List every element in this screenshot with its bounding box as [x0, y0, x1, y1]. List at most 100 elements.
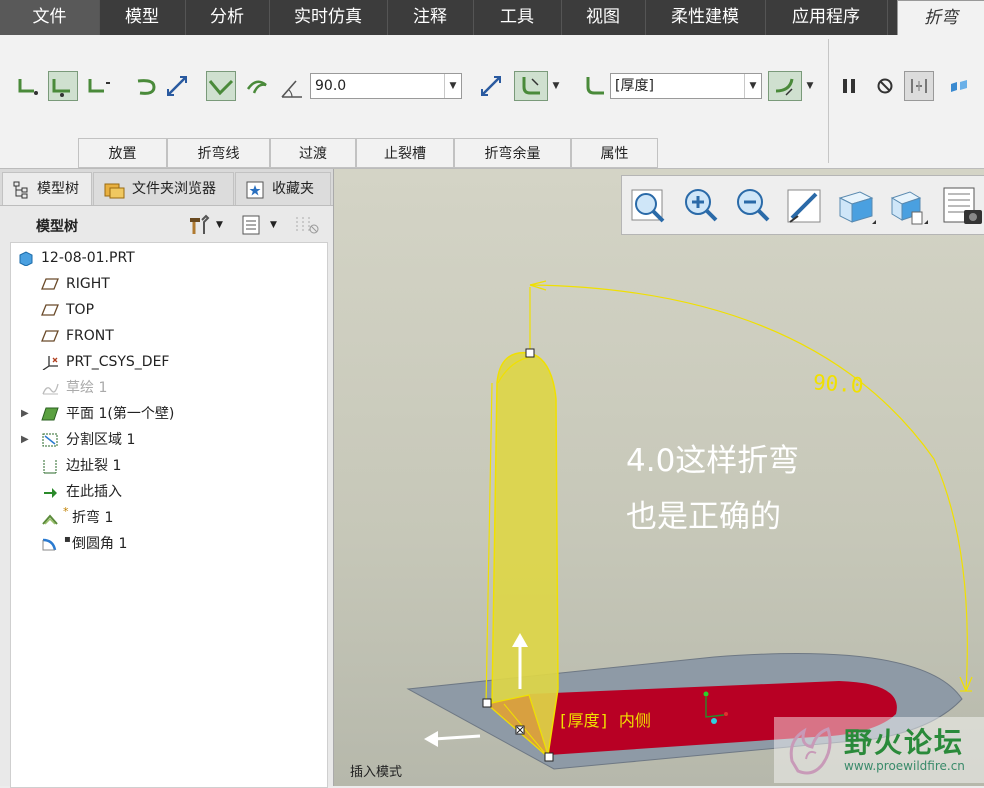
bend-roll-button[interactable]	[132, 71, 162, 101]
saved-views-icon	[890, 191, 928, 225]
angle-value-field[interactable]: 90.0 ▼	[310, 73, 462, 99]
mode-label: 插入模式	[350, 765, 403, 780]
bend-edge-center-button[interactable]	[48, 71, 78, 101]
tab-model-tree[interactable]: 模型树	[2, 172, 92, 205]
menu-tab-file[interactable]: 文件	[0, 0, 100, 35]
filter-disabled-icon	[296, 217, 319, 234]
bend-angle-icon	[208, 79, 234, 96]
thickness-side-icon-container	[580, 71, 610, 101]
settings-hammer-button[interactable]	[186, 214, 210, 236]
subtab-bend-line[interactable]: 折弯线	[167, 138, 270, 168]
menu-bar: 文件 模型 分析 实时仿真 注释 工具 视图 柔性建模 应用程序 折弯	[0, 0, 984, 35]
tree-item-planar-wall[interactable]: ▶ 平面 1(第一个壁)	[11, 401, 327, 427]
zoom-out-button[interactable]	[732, 186, 774, 228]
new-feature-star-icon: *	[63, 505, 69, 518]
menu-tab-view[interactable]: 视图	[561, 0, 646, 35]
menu-tab-applications[interactable]: 应用程序	[765, 0, 888, 35]
flip-direction-button[interactable]	[162, 71, 192, 101]
tree-item-top[interactable]: TOP	[11, 297, 327, 323]
chevron-down-icon[interactable]: ▼	[744, 74, 761, 98]
graphics-viewport[interactable]: 90.0 4.0这样折弯 也是正确的 [厚度] 内侧 插入模式 野火论坛 www…	[334, 169, 984, 786]
drag-handle-top[interactable]	[525, 348, 535, 358]
tree-item-label: TOP	[66, 302, 95, 318]
menu-tab-analysis[interactable]: 分析	[185, 0, 270, 35]
tree-item-csys[interactable]: PRT_CSYS_DEF	[11, 349, 327, 375]
subtab-properties[interactable]: 属性	[571, 138, 658, 168]
chevron-down-icon[interactable]: ▼	[803, 73, 817, 99]
tree-item-bend[interactable]: * 折弯 1	[11, 505, 327, 531]
menu-tab-flexible-modeling[interactable]: 柔性建模	[645, 0, 766, 35]
subtab-transition[interactable]: 过渡	[270, 138, 356, 168]
menu-tab-model[interactable]: 模型	[99, 0, 186, 35]
tree-item-right[interactable]: RIGHT	[11, 271, 327, 297]
bend-to-angle-button[interactable]	[206, 71, 236, 101]
saved-orientations-button[interactable]	[888, 186, 930, 228]
navigator-tabs: 模型树 文件夹浏览器 收藏夹	[0, 169, 333, 206]
suppressed-marker-icon: ▪	[64, 534, 71, 545]
tab-favorites[interactable]: 收藏夹	[235, 172, 331, 205]
thickness-side-tag[interactable]: [厚度] 内侧	[558, 707, 651, 731]
datum-plane-icon	[41, 304, 59, 316]
drag-handle-bottom[interactable]	[544, 752, 554, 762]
bend-edge-right-button[interactable]	[84, 71, 114, 101]
show-button[interactable]	[240, 214, 264, 236]
bend-radius-button[interactable]	[514, 71, 548, 101]
subtab-bend-allowance[interactable]: 折弯余量	[454, 138, 571, 168]
tree-item-part[interactable]: 12-08-01.PRT	[11, 245, 327, 271]
display-style-button[interactable]	[836, 186, 878, 228]
angle-icon	[281, 80, 302, 98]
flip-angle-button[interactable]	[476, 71, 506, 101]
thickness-icon	[586, 77, 604, 95]
favorites-icon	[246, 181, 264, 199]
expand-arrow-icon[interactable]: ▶	[21, 401, 29, 427]
tree-item-label: 折弯 1	[72, 510, 114, 526]
part-icon	[19, 251, 33, 266]
radius-side-button[interactable]	[768, 71, 802, 101]
tab-folder-browser-label: 文件夹浏览器	[132, 181, 216, 197]
angle-dimension-text[interactable]: 90.0	[812, 370, 864, 397]
no-preview-button[interactable]	[870, 71, 900, 101]
tab-folder-browser[interactable]: 文件夹浏览器	[93, 172, 234, 205]
tree-item-round[interactable]: ▪ 倒圆角 1	[11, 531, 327, 557]
edge-rip-icon	[43, 460, 57, 474]
pause-button[interactable]	[834, 71, 864, 101]
tree-item-split-area[interactable]: ▶ 分割区域 1	[11, 427, 327, 453]
sketch-icon	[42, 383, 59, 395]
menu-tab-tools[interactable]: 工具	[473, 0, 562, 35]
bend-type-button[interactable]	[242, 71, 272, 101]
view-manager-button[interactable]	[940, 186, 984, 228]
bend-edge-left-button[interactable]	[14, 71, 44, 101]
repaint-button[interactable]	[784, 186, 826, 228]
expand-arrow-icon[interactable]: ▶	[21, 427, 29, 453]
flip-arrow-icon	[167, 76, 187, 96]
feature-preview-button[interactable]	[944, 71, 974, 101]
subtab-relief[interactable]: 止裂槽	[356, 138, 454, 168]
pause-icon	[843, 79, 855, 93]
tab-model-tree-label: 模型树	[37, 181, 79, 197]
menu-tab-annotate[interactable]: 注释	[387, 0, 474, 35]
drag-handle-left[interactable]	[482, 698, 492, 708]
chevron-down-icon[interactable]: ▼	[270, 214, 282, 236]
chevron-down-icon[interactable]: ▼	[444, 74, 461, 98]
bend-inside-icon	[775, 78, 794, 96]
refit-button[interactable]	[628, 186, 670, 228]
tree-item-front[interactable]: FRONT	[11, 323, 327, 349]
watermark: 野火论坛 www.proewildfire.cn	[774, 717, 984, 783]
verify-preview-button[interactable]	[904, 71, 934, 101]
subtab-placement[interactable]: 放置	[78, 138, 167, 168]
tree-item-insert-here[interactable]: 在此插入	[11, 479, 327, 505]
tree-item-sketch[interactable]: 草绘 1	[11, 375, 327, 401]
tree-item-edge-rip[interactable]: 边扯裂 1	[11, 453, 327, 479]
bend-icon	[42, 514, 58, 525]
chevron-down-icon[interactable]: ▼	[216, 214, 228, 236]
zoom-out-icon	[737, 189, 770, 222]
filter-button[interactable]	[294, 214, 320, 236]
thickness-value-field[interactable]: [厚度] ▼	[610, 73, 762, 99]
model-tree: 12-08-01.PRT RIGHT TOP FRONT PRT_CSYS_DE…	[10, 242, 328, 788]
zoom-in-button[interactable]	[680, 186, 722, 228]
flip-direction-arrow-left[interactable]	[433, 734, 481, 741]
menu-tab-live-simulation[interactable]: 实时仿真	[269, 0, 388, 35]
chevron-down-icon[interactable]: ▼	[549, 73, 563, 99]
menu-tab-bend[interactable]: 折弯	[897, 0, 984, 35]
planar-wall-icon	[41, 407, 59, 421]
